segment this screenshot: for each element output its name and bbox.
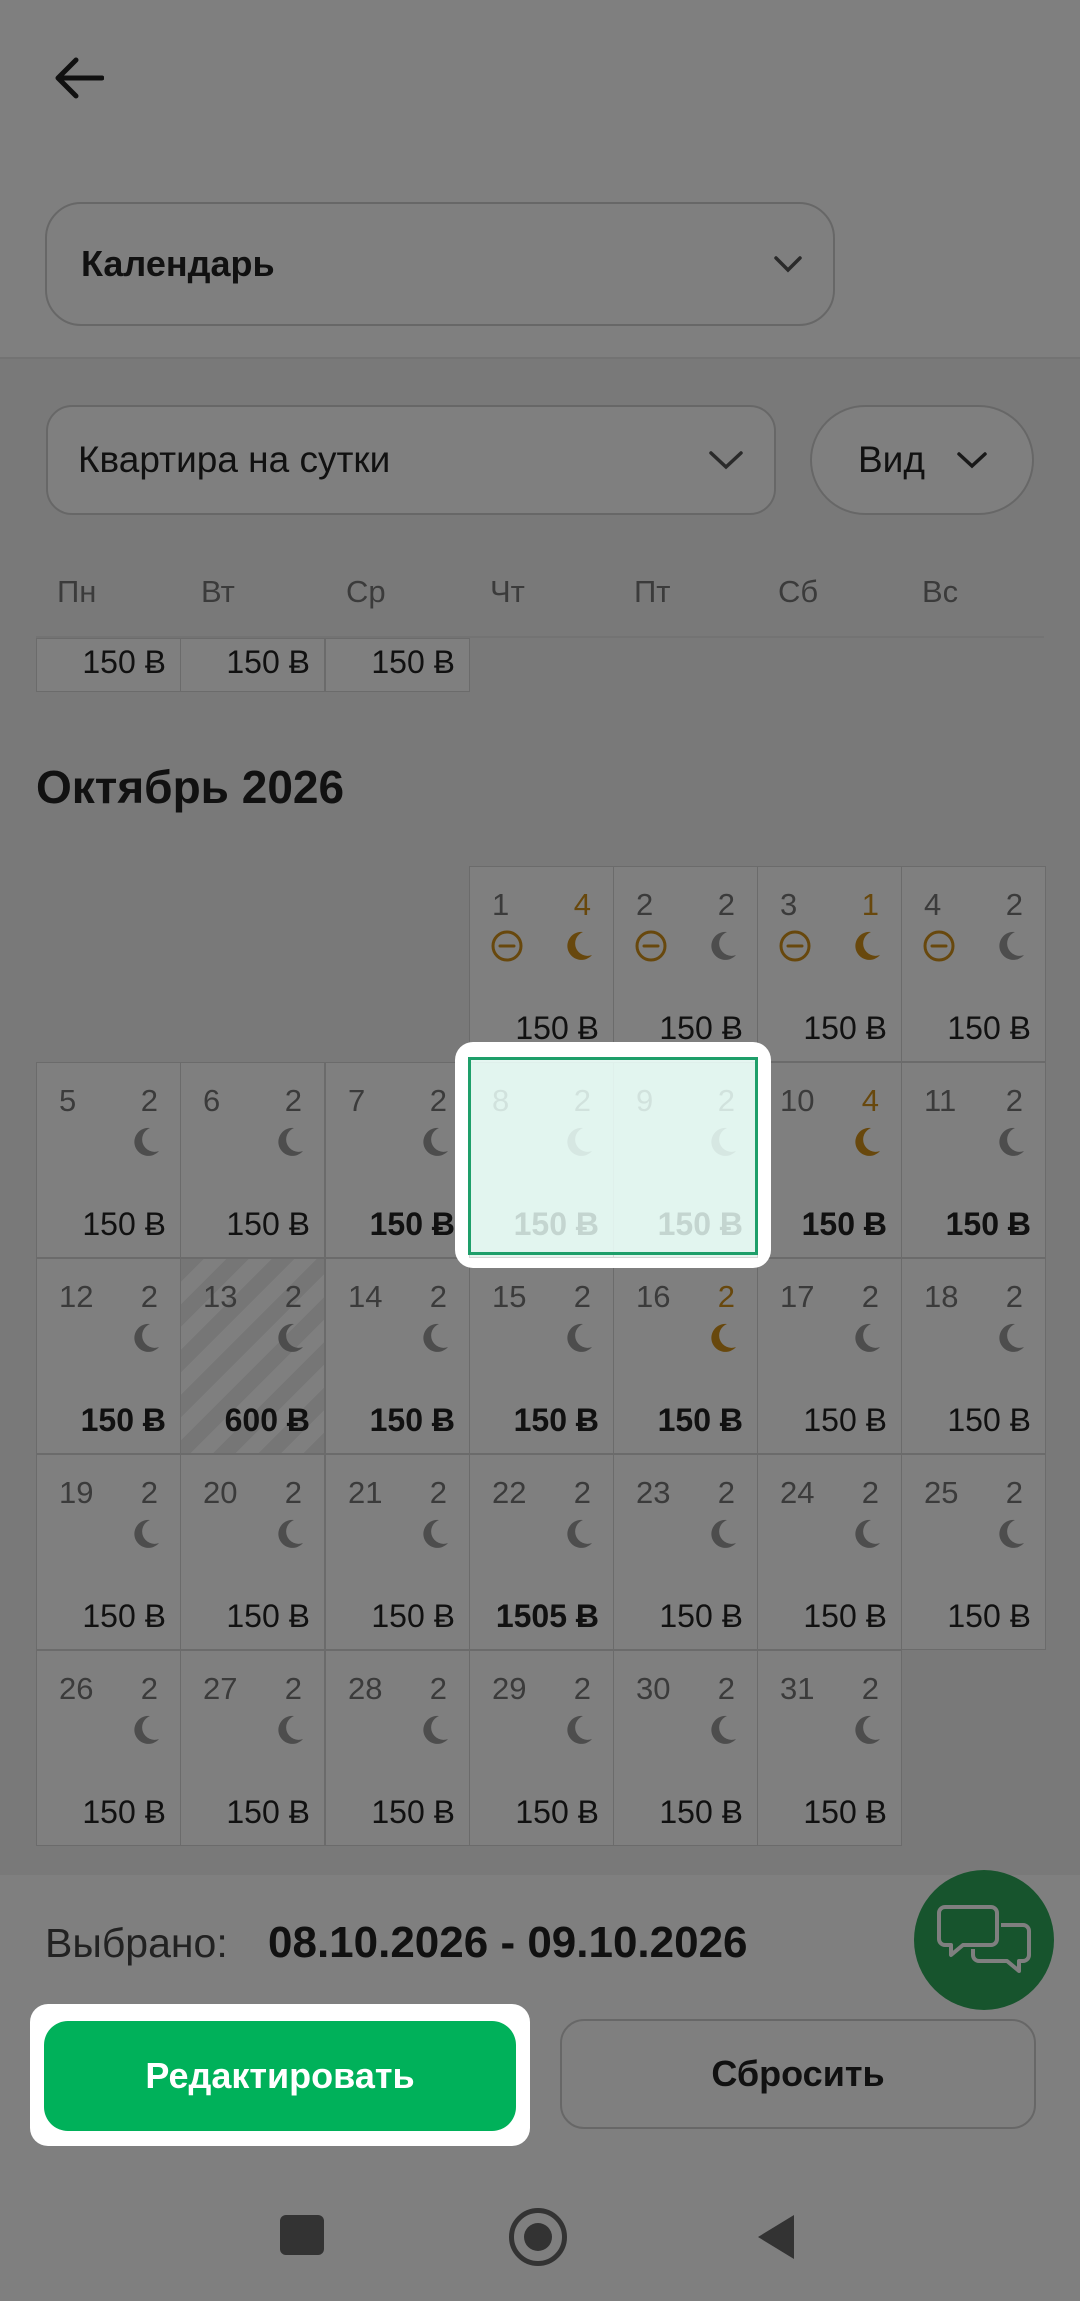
- selected-range-box: [468, 1057, 758, 1255]
- back-triangle-icon[interactable]: [754, 2213, 798, 2261]
- home-icon: [524, 2223, 552, 2251]
- recents-button[interactable]: [280, 2215, 324, 2255]
- edit-button[interactable]: Редактировать: [44, 2021, 516, 2131]
- home-button[interactable]: [509, 2208, 567, 2266]
